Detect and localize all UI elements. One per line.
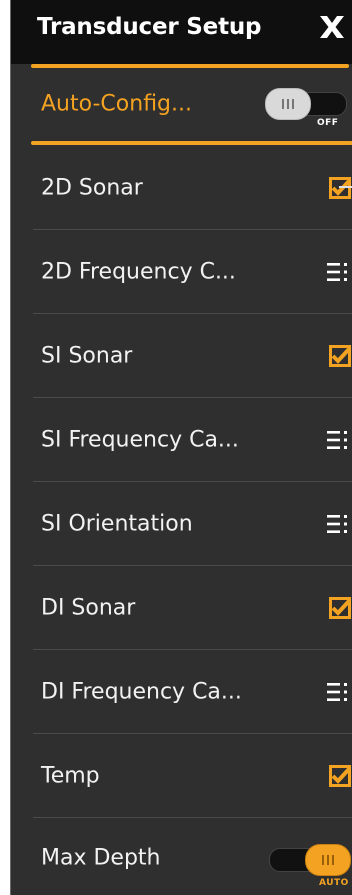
item-label: Temp <box>41 763 100 788</box>
toggle-knob <box>305 844 351 876</box>
item-label: Max Depth <box>41 845 161 871</box>
list-item-si-orientation[interactable]: SI Orientation <box>33 482 352 566</box>
max-depth-toggle[interactable]: AUTO <box>269 842 351 888</box>
item-label: 2D Frequency C... <box>41 259 236 284</box>
side-tick <box>339 186 352 188</box>
list-item-di-sonar[interactable]: DI Sonar <box>33 566 352 650</box>
list-item-si-frequency[interactable]: SI Frequency Ca... <box>33 398 352 482</box>
transducer-setup-panel: Transducer Setup Auto-Config... OFF 2D S… <box>10 0 352 895</box>
list-item-2d-sonar[interactable]: 2D Sonar <box>33 146 352 230</box>
options-menu-icon[interactable] <box>327 682 349 702</box>
options-menu-icon[interactable] <box>327 514 349 534</box>
close-button[interactable] <box>315 10 349 44</box>
list-item-2d-frequency[interactable]: 2D Frequency C... <box>33 230 352 314</box>
item-label: SI Frequency Ca... <box>41 427 239 452</box>
item-label: DI Frequency Ca... <box>41 679 242 704</box>
auto-config-row[interactable]: Auto-Config... OFF <box>33 68 352 140</box>
item-label: SI Sonar <box>41 343 133 368</box>
list-item-max-depth[interactable]: Max Depth AUTO <box>33 818 352 895</box>
title-bar: Transducer Setup <box>11 0 352 64</box>
grip-icon <box>282 99 294 109</box>
checkbox-checked-icon[interactable] <box>329 596 351 619</box>
toggle-knob <box>265 88 311 120</box>
item-label: DI Sonar <box>41 595 136 620</box>
panel-title: Transducer Setup <box>37 14 262 40</box>
options-menu-icon[interactable] <box>327 262 349 282</box>
toggle-state-label: AUTO <box>319 878 349 888</box>
item-label: 2D Sonar <box>41 175 143 200</box>
list-item-di-frequency[interactable]: DI Frequency Ca... <box>33 650 352 734</box>
auto-config-label: Auto-Config... <box>41 91 192 117</box>
close-x-icon <box>320 16 344 38</box>
list-item-si-sonar[interactable]: SI Sonar <box>33 314 352 398</box>
toggle-state-label: OFF <box>317 118 339 128</box>
grip-icon <box>322 855 334 865</box>
checkbox-checked-icon[interactable] <box>329 764 351 787</box>
checkbox-checked-icon[interactable] <box>329 344 351 367</box>
options-menu-icon[interactable] <box>327 430 349 450</box>
item-label: SI Orientation <box>41 511 193 536</box>
auto-config-toggle[interactable]: OFF <box>265 86 347 128</box>
section-divider <box>31 141 352 145</box>
list-item-temp[interactable]: Temp <box>33 734 352 818</box>
